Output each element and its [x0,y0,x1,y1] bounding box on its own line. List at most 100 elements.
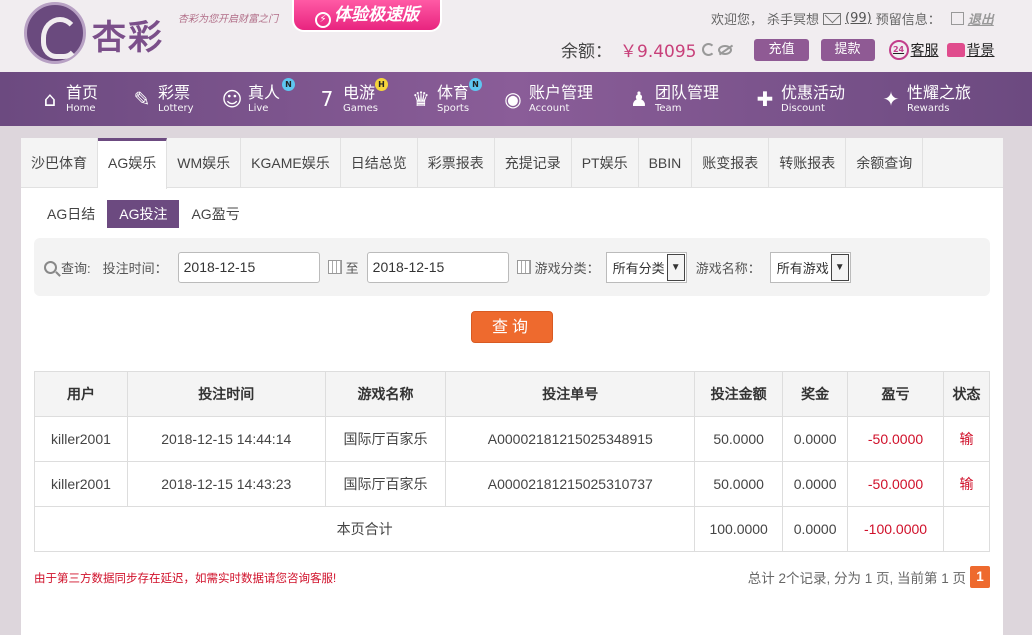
logo-slogan: 杏彩为您开启财富之门 [178,14,278,25]
column-header: 状态 [943,371,990,417]
category-value: 所有分类 [612,260,665,276]
chevron-down-icon[interactable]: ▼ [830,253,849,281]
mail-count-link[interactable]: (99) [845,11,872,26]
nav-item-sublabel: Games [343,102,378,114]
nav-item-account[interactable]: ◉ 账户管理 Account [501,72,627,126]
nav-item-text: 彩票 Lottery [158,84,194,114]
refresh-icon[interactable] [702,43,716,56]
calendar-icon[interactable] [327,260,342,274]
subtab-2[interactable]: AG盈亏 [179,200,251,228]
slot-seven-icon: 7 [320,87,334,111]
header: 杏彩 杏彩为您开启财富之门 ⚡ 体验极速版 欢迎您， 杀手冥想 (99) 预留信息… [0,0,1032,72]
tab-3[interactable]: KGAME娱乐 [241,138,341,188]
tab-1[interactable]: AG娱乐 [98,138,168,189]
deposit-button[interactable]: 充值 [754,38,809,61]
column-header: 游戏名称 [324,371,447,417]
table-cell: killer2001 [34,416,128,462]
tab-5[interactable]: 彩票报表 [418,138,495,188]
welcome-prefix: 欢迎您， [711,13,764,28]
hide-balance-icon[interactable] [718,44,733,55]
subtab-0[interactable]: AG日结 [35,200,107,228]
tab-9[interactable]: 账变报表 [692,138,770,188]
pagination: 总计 2个记录, 分为 1 页, 当前第 1 页 1 [748,566,990,588]
nav-item-sublabel: Sports [437,102,470,114]
nav-item-label: 性耀之旅 [907,82,972,102]
nav-item-text: 真人 Live [248,84,280,114]
chevron-down-icon[interactable]: ▼ [666,253,685,281]
game-name-select[interactable]: 所有游戏 ▼ [769,251,851,283]
nav-item-label: 首页 [66,82,99,102]
start-date-input[interactable]: 2018-12-15 [177,251,320,283]
nav-item-text: 首页 Home [66,82,99,114]
mail-icon[interactable] [823,12,842,25]
table-cell: 2018-12-15 14:44:14 [126,416,326,462]
nav-item-live[interactable]: ☺ 真人 Live N [220,72,315,126]
delay-notice: 由于第三方数据同步存在延迟，如需实时数据请您咨询客服! [34,573,337,585]
edit-icon[interactable] [950,12,964,25]
promo-fast-version-button[interactable]: ⚡ 体验极速版 [292,0,442,32]
tab-10[interactable]: 转账报表 [769,138,847,188]
column-header: 投注时间 [126,371,326,417]
nav-item-discount[interactable]: ✚ 优惠活动 Discount [753,72,879,126]
balance-row: 余额： ￥9.4095 充值 提款 24 客服 背景 [561,37,995,62]
table-row: killer2001 2018-12-15 14:43:23 国际厅百家乐 A0000… [34,461,990,507]
calendar-icon[interactable] [516,260,531,274]
table-cell: 50.0000 [694,416,784,462]
nav-item-text: 团队管理 Team [655,84,719,114]
logout-link[interactable]: 退出 [968,9,994,28]
content-panel: 沙巴体育 AG娱乐 WM娱乐 KGAME娱乐 日结总览 彩票报表 充提记录 PT娱乐 BBIN 账… [21,138,1003,635]
summary-label: 本页合计 [33,506,696,552]
tab-6[interactable]: 充提记录 [495,138,572,188]
table-cell: 50.0000 [694,461,784,507]
table-cell: -50.0000 [847,461,944,507]
nav-item-text: 性耀之旅 Rewards [907,82,972,114]
nav-item-text: 账户管理 Account [529,82,594,114]
customer-service-link[interactable]: 24 客服 [888,39,939,60]
category-label: 游戏分类： [534,260,600,276]
withdraw-button[interactable]: 提款 [820,38,875,61]
tab-7[interactable]: PT娱乐 [572,138,639,188]
table-cell: 国际厅百家乐 [324,461,447,507]
nav-item-sports[interactable]: ♛ 体育 Sports N [409,72,501,126]
tab-4[interactable]: 日结总览 [341,138,418,188]
report-tabs: 沙巴体育 AG娱乐 WM娱乐 KGAME娱乐 日结总览 彩票报表 充提记录 PT娱乐 BBIN 账… [21,138,1003,189]
column-header: 投注金额 [694,371,784,417]
nav-item-games[interactable]: 7 电游 Games H [315,72,409,126]
bet-time-label: 投注时间： [102,260,168,276]
nav-item-lottery[interactable]: ✎ 彩票 Lottery [130,72,220,126]
service-label: 客服 [910,42,939,59]
nav-item-rewards[interactable]: ✦ 性耀之旅 Rewards [879,72,999,126]
service-24h-icon: 24 [888,39,909,60]
background-link[interactable]: 背景 [939,40,995,60]
tab-0[interactable]: 沙巴体育 [21,138,98,188]
nav-item-label: 账户管理 [529,82,594,102]
subtab-1[interactable]: AG投注 [107,200,180,228]
tab-2[interactable]: WM娱乐 [167,138,242,188]
nav-item-home[interactable]: ⌂ 首页 Home [38,72,130,126]
query-button[interactable]: 查询 [471,311,553,343]
table-cell: 2018-12-15 14:43:23 [126,461,326,507]
nav-item-team[interactable]: ♟ 团队管理 Team [627,72,753,126]
page-number-button[interactable]: 1 [970,566,990,588]
end-date-value: 2018-12-15 [372,258,445,275]
summary-status-empty [943,506,990,552]
ticket-icon: ✎ [133,87,151,111]
nav-item-sublabel: Rewards [907,102,950,114]
logo-text[interactable]: 杏彩 [92,10,164,59]
alert-label: 预留信息： [875,13,941,28]
promo-label: 体验极速版 [334,5,419,25]
background-label: 背景 [966,42,995,59]
tab-11[interactable]: 余额查询 [846,138,924,188]
logo-emblem-icon[interactable] [24,2,86,64]
team-icon: ♟ [630,87,648,111]
start-date-value: 2018-12-15 [183,258,256,275]
tab-8[interactable]: BBIN [639,138,693,188]
pager-summary: 总计 2个记录, 分为 1 页, 当前第 1 页 [747,571,966,586]
account-icon: ◉ [504,87,522,111]
end-date-input[interactable]: 2018-12-15 [366,251,509,283]
nav-item-sublabel: Account [529,102,570,114]
category-select[interactable]: 所有分类 ▼ [605,251,687,283]
speed-icon: ⚡ [315,12,331,28]
table-cell: 0.0000 [782,416,849,462]
query-label: 查询: [61,260,91,276]
